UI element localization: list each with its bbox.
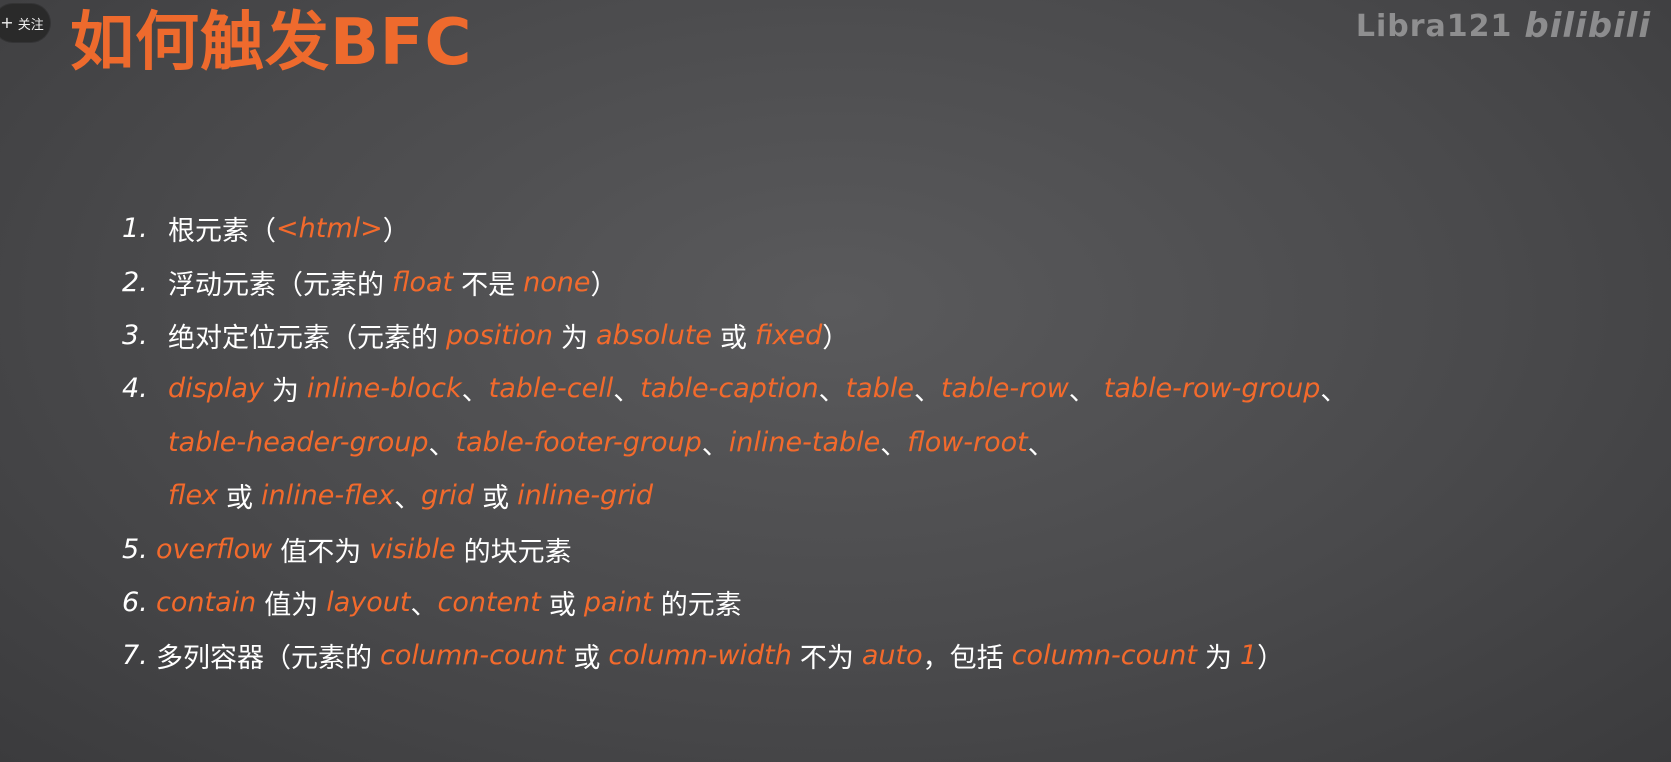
keyword: overflow — [156, 533, 273, 565]
list-item-4-continued: flex 或 inline-flex 、 grid 或 inline-grid — [122, 469, 1347, 522]
keyword: grid — [421, 480, 475, 512]
item-text: 浮动元素（元素的 — [168, 269, 384, 301]
item-text: 、 — [394, 483, 422, 515]
item-text: 或 — [548, 589, 576, 621]
keyword: position — [446, 319, 553, 351]
watermark: Libra121 bilibili — [1356, 6, 1651, 46]
keyword: none — [523, 266, 591, 298]
keyword: layout — [326, 586, 411, 618]
item-text: 不为 — [799, 643, 854, 675]
item-text: ） — [382, 216, 410, 248]
keyword: paint — [583, 586, 653, 618]
item-text: 根元素（ — [168, 216, 276, 248]
keyword: inline-block — [306, 373, 462, 405]
keyword: inline-flex — [261, 480, 395, 512]
keyword: flex — [168, 480, 219, 512]
slide-title: 如何触发BFC — [70, 6, 473, 80]
keyword: auto — [861, 640, 923, 672]
item-text: 的元素 — [660, 589, 742, 621]
item-number: 2. — [122, 266, 148, 298]
item-text: 、 — [1027, 429, 1055, 461]
item-text: 、 — [1320, 376, 1348, 408]
item-text: 或 — [482, 483, 510, 515]
item-text: 值不为 — [280, 536, 362, 568]
item-number: 7. — [122, 640, 148, 672]
item-text: 或 — [720, 322, 748, 354]
keyword: table-caption — [640, 373, 819, 405]
item-text: 不是 — [461, 269, 516, 301]
item-number: 3. — [122, 319, 148, 351]
bfc-trigger-list: 1. 根元素（ <html> ） 2. 浮动元素（元素的 float 不是 no… — [122, 202, 1347, 683]
item-text: ） — [1257, 643, 1285, 675]
item-number: 5. — [122, 533, 148, 565]
keyword: absolute — [595, 319, 713, 351]
plus-icon: + — [0, 13, 14, 32]
keyword: table-header-group — [168, 426, 429, 458]
item-text: 或 — [573, 643, 601, 675]
item-text: ） — [590, 269, 618, 301]
keyword: content — [437, 586, 541, 618]
list-item-4: 4. display 为 inline-block 、 table-cell 、… — [122, 362, 1347, 415]
keyword: visible — [369, 533, 456, 565]
list-item-3: 3. 绝对定位元素（元素的 position 为 absolute 或 fixe… — [122, 309, 1347, 362]
item-text: 、 — [613, 376, 641, 408]
keyword: table-cell — [488, 373, 614, 405]
follow-button[interactable]: + 关注 — [0, 4, 50, 42]
item-number: 4. — [122, 373, 148, 405]
list-item-6: 6. contain 值为 layout 、 content 或 paint 的… — [122, 576, 1347, 629]
item-text: 或 — [226, 483, 254, 515]
keyword: table — [845, 373, 914, 405]
follow-label: 关注 — [17, 17, 44, 33]
keyword: fixed — [755, 319, 823, 351]
item-text: 、 — [880, 429, 908, 461]
keyword: column-count — [1011, 640, 1197, 672]
item-text: 、 — [913, 376, 941, 408]
keyword: display — [168, 373, 264, 405]
keyword: table-row-group — [1103, 373, 1321, 405]
item-text: 、 — [428, 429, 456, 461]
keyword: float — [392, 266, 454, 298]
item-text: ，包括 — [922, 643, 1004, 675]
item-text: 为 — [560, 322, 588, 354]
uploader-name: Libra121 — [1355, 8, 1513, 44]
keyword: table-footer-group — [455, 426, 702, 458]
item-text: 、 — [461, 376, 489, 408]
keyword: inline-grid — [517, 480, 654, 512]
item-number: 6. — [122, 586, 148, 618]
list-item-1: 1. 根元素（ <html> ） — [122, 202, 1347, 255]
keyword: 1 — [1239, 640, 1258, 672]
item-text: 、 — [701, 429, 729, 461]
keyword: column-width — [608, 640, 792, 672]
keyword: contain — [156, 586, 257, 618]
item-text: 的块元素 — [463, 536, 572, 568]
item-text: 绝对定位元素（元素的 — [168, 322, 438, 354]
keyword: <html> — [276, 213, 383, 245]
item-text: 多列容器（元素的 — [156, 643, 372, 675]
item-text: 为 — [1204, 643, 1232, 675]
list-item-2: 2. 浮动元素（元素的 float 不是 none ） — [122, 255, 1347, 308]
item-text: 、 — [1068, 376, 1096, 408]
keyword: inline-table — [728, 426, 881, 458]
list-item-4-continued: table-header-group 、 table-footer-group … — [122, 416, 1347, 469]
item-text: ） — [822, 322, 850, 354]
list-item-5: 5. overflow 值不为 visible 的块元素 — [122, 522, 1347, 575]
list-item-7: 7. 多列容器（元素的 column-count 或 column-width … — [122, 629, 1347, 682]
keyword: flow-root — [907, 426, 1028, 458]
bilibili-logo-icon: bilibili — [1524, 6, 1651, 46]
item-text: 为 — [271, 376, 299, 408]
keyword: column-count — [380, 640, 566, 672]
keyword: table-row — [940, 373, 1069, 405]
item-text: 、 — [410, 589, 438, 621]
item-text: 、 — [818, 376, 846, 408]
item-number: 1. — [122, 213, 148, 245]
item-text: 值为 — [264, 589, 319, 621]
